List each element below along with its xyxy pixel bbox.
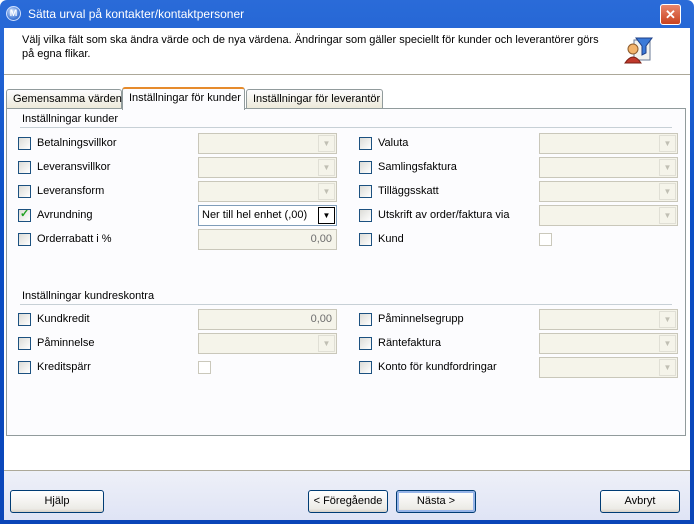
combo-leveransvillkor[interactable]: ▼: [198, 157, 337, 178]
label-tillaggsskatt: Tilläggsskatt: [378, 185, 439, 197]
checkbox-paminnelse[interactable]: [18, 337, 31, 350]
checkbox-leveransform[interactable]: [18, 185, 31, 198]
cancel-button[interactable]: Avbryt: [600, 490, 680, 513]
input-orderrabatt[interactable]: 0,00: [198, 229, 337, 250]
label-avrundning: Avrundning: [37, 209, 93, 221]
chevron-down-icon[interactable]: ▼: [318, 159, 335, 176]
tab-installningar-leverantor[interactable]: Inställningar för leverantör: [246, 89, 383, 109]
label-paminnelsegrupp: Påminnelsegrupp: [378, 313, 464, 325]
input-kundkredit[interactable]: 0,00: [198, 309, 337, 330]
group-divider: [20, 127, 672, 128]
label-betalningsvillkor: Betalningsvillkor: [37, 137, 117, 149]
label-samlingsfaktura: Samlingsfaktura: [378, 161, 457, 173]
close-button[interactable]: ✕: [660, 4, 681, 25]
checkbox-orderrabatt[interactable]: [18, 233, 31, 246]
checkbox-utskrift[interactable]: [359, 209, 372, 222]
label-kreditsparr: Kreditspärr: [37, 361, 91, 373]
label-konto-kundfordringar: Konto för kundfordringar: [378, 361, 497, 373]
dialog-body: Välj vilka fält som ska ändra värde och …: [4, 28, 690, 520]
chevron-down-icon[interactable]: ▼: [318, 335, 335, 352]
checkbox-samlingsfaktura[interactable]: [359, 161, 372, 174]
combo-samlingsfaktura[interactable]: ▼: [539, 157, 678, 178]
chevron-down-icon[interactable]: ▼: [659, 135, 676, 152]
chevron-down-icon[interactable]: ▼: [659, 311, 676, 328]
combo-avrundning[interactable]: Ner till hel enhet (,00) ▼: [198, 205, 337, 226]
group-title-kunder: Inställningar kunder: [22, 113, 119, 125]
dialog-window: M Sätta urval på kontakter/kontaktperson…: [0, 0, 694, 524]
tab-gemensamma-varden[interactable]: Gemensamma värden: [6, 89, 122, 109]
label-paminnelse: Påminnelse: [37, 337, 95, 349]
combo-avrundning-value: Ner till hel enhet (,00): [202, 209, 308, 221]
checkbox-kund-value[interactable]: [539, 233, 552, 246]
header-description: Välj vilka fält som ska ändra värde och …: [22, 34, 599, 60]
label-orderrabatt: Orderrabatt i %: [37, 233, 112, 245]
input-kundkredit-value: 0,00: [310, 313, 332, 325]
chevron-down-icon[interactable]: ▼: [659, 207, 676, 224]
chevron-down-icon[interactable]: ▼: [659, 183, 676, 200]
next-button[interactable]: Nästa >: [396, 490, 476, 513]
combo-leveransform[interactable]: ▼: [198, 181, 337, 202]
chevron-down-icon[interactable]: ▼: [318, 183, 335, 200]
combo-valuta[interactable]: ▼: [539, 133, 678, 154]
checkbox-betalningsvillkor[interactable]: [18, 137, 31, 150]
window-title: Sätta urval på kontakter/kontaktpersoner: [28, 7, 245, 21]
input-orderrabatt-value: 0,00: [310, 233, 332, 245]
checkbox-paminnelsegrupp[interactable]: [359, 313, 372, 326]
previous-button[interactable]: < Föregående: [308, 490, 388, 513]
combo-tillaggsskatt[interactable]: ▼: [539, 181, 678, 202]
content-area: Gemensamma värden Inställningar för kund…: [4, 74, 690, 470]
checkbox-valuta[interactable]: [359, 137, 372, 150]
help-button-label: Hjälp: [44, 495, 70, 507]
label-valuta: Valuta: [378, 137, 409, 149]
combo-betalningsvillkor[interactable]: ▼: [198, 133, 337, 154]
checkbox-kund[interactable]: [359, 233, 372, 246]
chevron-down-icon[interactable]: ▼: [318, 135, 335, 152]
checkbox-kreditsparr-value[interactable]: [198, 361, 211, 374]
checkbox-kundkredit[interactable]: [18, 313, 31, 326]
cancel-button-label: Avbryt: [624, 495, 656, 507]
chevron-down-icon[interactable]: ▼: [318, 207, 335, 224]
next-button-label: Nästa >: [416, 495, 456, 507]
previous-button-label: < Föregående: [313, 495, 383, 507]
combo-konto-kundfordringar[interactable]: ▼: [539, 357, 678, 378]
footer-panel: Hjälp < Föregående Nästa > Avbryt: [4, 471, 690, 520]
chevron-down-icon[interactable]: ▼: [659, 359, 676, 376]
combo-rantefaktura[interactable]: ▼: [539, 333, 678, 354]
contact-filter-icon: [623, 35, 653, 65]
checkbox-kreditsparr[interactable]: [18, 361, 31, 374]
tab-installningar-kunder[interactable]: Inställningar för kunder: [122, 87, 245, 110]
checkbox-rantefaktura[interactable]: [359, 337, 372, 350]
label-kund: Kund: [378, 233, 404, 245]
label-utskrift: Utskrift av order/faktura via: [378, 209, 510, 221]
checkbox-konto-kundfordringar[interactable]: [359, 361, 372, 374]
checkbox-tillaggsskatt[interactable]: [359, 185, 372, 198]
label-leveransvillkor: Leveransvillkor: [37, 161, 111, 173]
combo-utskrift[interactable]: ▼: [539, 205, 678, 226]
chevron-down-icon[interactable]: ▼: [659, 335, 676, 352]
checkbox-leveransvillkor[interactable]: [18, 161, 31, 174]
combo-paminnelse[interactable]: ▼: [198, 333, 337, 354]
app-icon: M: [6, 6, 21, 21]
check-icon: ✓: [20, 208, 30, 220]
help-button[interactable]: Hjälp: [10, 490, 104, 513]
chevron-down-icon[interactable]: ▼: [659, 159, 676, 176]
label-leveransform: Leveransform: [37, 185, 105, 197]
title-bar[interactable]: M Sätta urval på kontakter/kontaktperson…: [0, 0, 694, 28]
group-divider: [20, 304, 672, 305]
checkbox-avrundning[interactable]: ✓: [18, 208, 31, 222]
tab-panel-kunder: Inställningar kunder Betalningsvillkor ▼…: [6, 108, 686, 436]
label-rantefaktura: Räntefaktura: [378, 337, 441, 349]
combo-paminnelsegrupp[interactable]: ▼: [539, 309, 678, 330]
header-panel: Välj vilka fält som ska ändra värde och …: [4, 28, 690, 74]
group-title-kundreskontra: Inställningar kundreskontra: [22, 290, 155, 302]
label-kundkredit: Kundkredit: [37, 313, 90, 325]
